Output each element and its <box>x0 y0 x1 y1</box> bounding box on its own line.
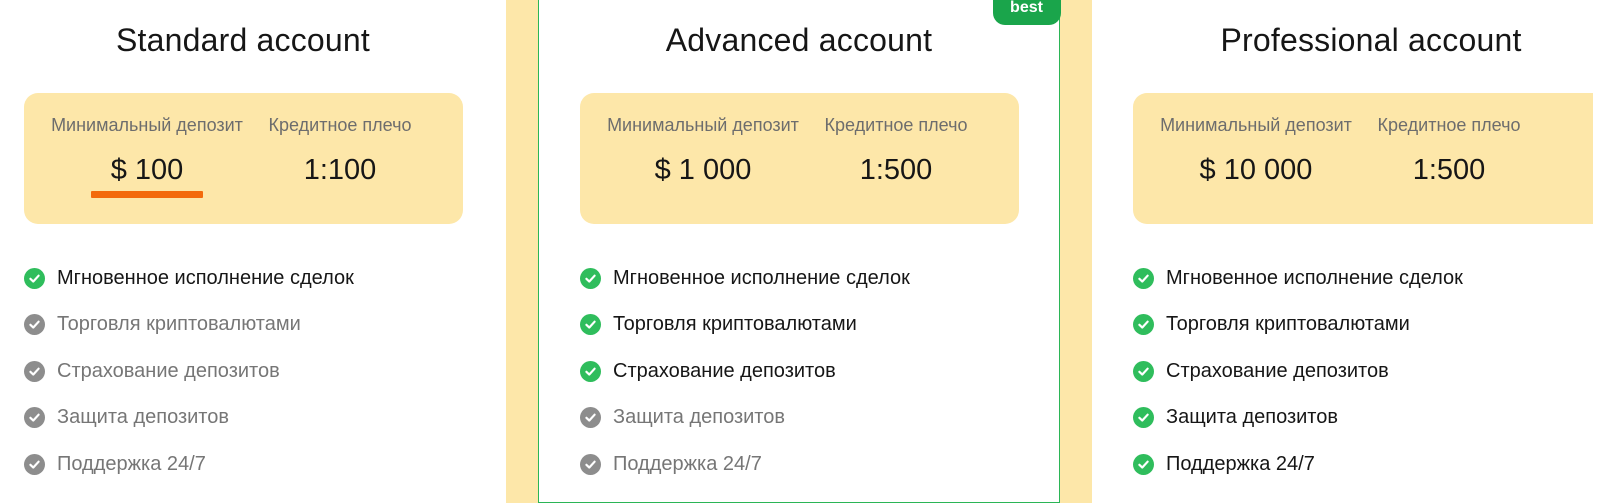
min-deposit-value: $ 10 000 <box>1199 154 1313 186</box>
check-circle-disabled-icon <box>24 360 45 382</box>
feature-item: Защита депозитов <box>580 395 910 442</box>
feature-label: Защита депозитов <box>1166 406 1338 429</box>
min-deposit-value-text: $ 100 <box>110 154 184 186</box>
feature-list: Мгновенное исполнение сделок Торговля кри… <box>580 255 910 488</box>
check-circle-icon <box>24 267 45 289</box>
feature-item: Защита депозитов <box>24 395 354 442</box>
plan-title: Standard account <box>115 22 371 58</box>
check-circle-disabled-icon <box>24 407 45 429</box>
plan-params-panel: Минимальный депозит $ 100 Кредитное плеч… <box>24 93 463 224</box>
check-circle-disabled-icon <box>580 453 601 475</box>
plan-card-professional: Professional account Минимальный депозит… <box>1092 0 1600 503</box>
leverage-label: Кредитное плечо <box>1377 115 1521 135</box>
feature-item: Мгновенное исполнение сделок <box>1133 255 1463 302</box>
feature-label: Мгновенное исполнение сделок <box>613 266 910 289</box>
min-deposit-value: $ 1 000 <box>654 154 752 186</box>
min-deposit-label: Минимальный депозит <box>51 115 243 135</box>
feature-item: Мгновенное исполнение сделок <box>580 255 910 302</box>
feature-list: Мгновенное исполнение сделок Торговля кри… <box>1133 255 1463 488</box>
min-deposit: Минимальный депозит $ 100 <box>47 93 247 198</box>
plan-title: Advanced account <box>665 22 933 58</box>
check-circle-icon <box>1133 407 1154 429</box>
feature-label: Поддержка 24/7 <box>57 452 206 475</box>
feature-label: Мгновенное исполнение сделок <box>57 266 354 289</box>
leverage-value: 1:500 <box>859 154 933 186</box>
feature-label: Страхование депозитов <box>613 359 836 382</box>
feature-item: Поддержка 24/7 <box>580 441 910 488</box>
feature-label: Торговля криптовалютами <box>1166 313 1410 336</box>
check-circle-icon <box>1133 360 1154 382</box>
check-circle-disabled-icon <box>24 314 45 336</box>
feature-item: Торговля криптовалютами <box>24 302 354 349</box>
check-circle-disabled-icon <box>24 453 45 475</box>
feature-label: Поддержка 24/7 <box>613 452 762 475</box>
feature-item: Поддержка 24/7 <box>24 441 354 488</box>
leverage-value: 1:100 <box>303 154 377 186</box>
feature-label: Страхование депозитов <box>1166 359 1389 382</box>
leverage: Кредитное плечо 1:500 <box>1349 93 1549 187</box>
feature-item: Торговля криптовалютами <box>1133 302 1463 349</box>
plan-params-panel: Минимальный депозит $ 10 000 Кредитное п… <box>1133 93 1593 224</box>
min-deposit-label: Минимальный депозит <box>607 115 799 135</box>
check-circle-icon <box>1133 453 1154 475</box>
plan-params-panel: Минимальный депозит $ 1 000 Кредитное пл… <box>580 93 1019 224</box>
feature-label: Защита депозитов <box>57 406 229 429</box>
plan-title: Professional account <box>1220 22 1522 58</box>
feature-label: Мгновенное исполнение сделок <box>1166 266 1463 289</box>
feature-label: Поддержка 24/7 <box>1166 452 1315 475</box>
min-deposit-value: $ 100 <box>90 154 204 198</box>
feature-list: Мгновенное исполнение сделок Торговля кри… <box>24 255 354 488</box>
feature-item: Страхование депозитов <box>580 348 910 395</box>
feature-label: Защита депозитов <box>613 406 785 429</box>
feature-item: Защита депозитов <box>1133 395 1463 442</box>
check-circle-icon <box>580 314 601 336</box>
check-circle-icon <box>1133 267 1154 289</box>
leverage: Кредитное плечо 1:100 <box>240 93 440 187</box>
background-stripe <box>1060 0 1092 503</box>
feature-label: Торговля криптовалютами <box>57 313 301 336</box>
feature-item: Поддержка 24/7 <box>1133 441 1463 488</box>
min-deposit-label: Минимальный депозит <box>1160 115 1352 135</box>
min-deposit: Минимальный депозит $ 10 000 <box>1156 93 1356 187</box>
plan-card-standard: Standard account Минимальный депозит $ 1… <box>0 0 506 503</box>
check-circle-icon <box>580 267 601 289</box>
feature-label: Торговля криптовалютами <box>613 313 857 336</box>
leverage-label: Кредитное плечо <box>268 115 412 135</box>
check-circle-icon <box>1133 314 1154 336</box>
feature-item: Торговля криптовалютами <box>580 302 910 349</box>
plan-card-advanced: best Advanced account Минимальный депози… <box>537 0 1061 503</box>
leverage: Кредитное плечо 1:500 <box>796 93 996 187</box>
feature-item: Страхование депозитов <box>24 348 354 395</box>
feature-label: Страхование депозитов <box>57 359 280 382</box>
min-deposit: Минимальный депозит $ 1 000 <box>603 93 803 187</box>
feature-item: Страхование депозитов <box>1133 348 1463 395</box>
leverage-label: Кредитное плечо <box>824 115 968 135</box>
check-circle-disabled-icon <box>580 407 601 429</box>
leverage-value: 1:500 <box>1412 154 1486 186</box>
background-stripe <box>506 0 538 503</box>
feature-item: Мгновенное исполнение сделок <box>24 255 354 302</box>
highlight-underline <box>90 191 204 198</box>
check-circle-icon <box>580 360 601 382</box>
